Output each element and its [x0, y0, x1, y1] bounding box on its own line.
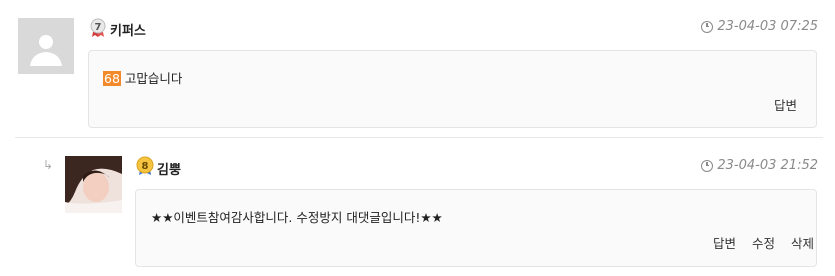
comment-divider [15, 137, 823, 138]
timestamp-text: 23-04-03 21:52 [717, 158, 818, 173]
avatar-photo [65, 156, 122, 213]
timestamp-text: 23-04-03 07:25 [717, 19, 818, 34]
comment-author[interactable]: 키퍼스 [110, 20, 146, 39]
comment-time: 23-04-03 07:25 [701, 19, 818, 34]
level-badge-icon: 7 [90, 18, 106, 37]
comment-text: ★★이벤트참여감사합니다. 수정방지 대댓글입니다!★★ [151, 210, 443, 225]
avatar-default [18, 18, 74, 74]
highlight-number: 68 [103, 71, 121, 86]
comment-body-box [88, 50, 817, 128]
comment-text: 68 고맙습니다 [103, 71, 183, 86]
svg-text:7: 7 [95, 22, 102, 33]
svg-text:8: 8 [142, 161, 149, 172]
comment-actions: 답변 수정 삭제 [713, 233, 814, 252]
level-badge-icon: 8 [136, 156, 154, 175]
comment-author[interactable]: 김뿡 [157, 159, 181, 178]
reply-button[interactable]: 답변 [713, 233, 736, 252]
default-user-icon [18, 18, 74, 74]
comment-body-box [135, 189, 817, 267]
clock-icon [701, 20, 714, 33]
comment-time: 23-04-03 21:52 [701, 158, 818, 173]
reply-button[interactable]: 답변 [774, 95, 797, 114]
comment-actions: 답변 [774, 95, 797, 114]
delete-button[interactable]: 삭제 [791, 233, 814, 252]
reply-arrow-icon: ↳ [43, 158, 54, 172]
profile-photo-icon [65, 156, 122, 213]
edit-button[interactable]: 수정 [752, 233, 775, 252]
clock-icon [701, 159, 714, 172]
